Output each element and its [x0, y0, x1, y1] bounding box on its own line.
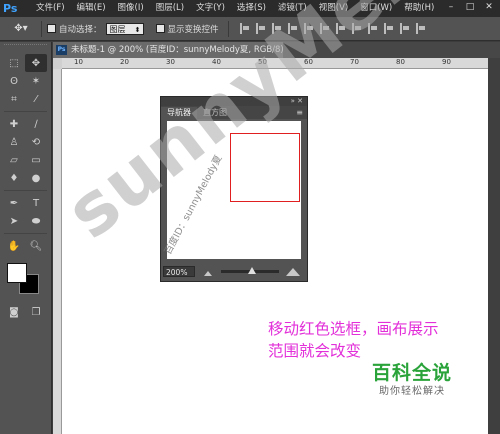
quick-mask-icon[interactable]: ◙: [3, 303, 25, 321]
close-button[interactable]: ✕: [481, 2, 497, 13]
gradient-icon[interactable]: ▭: [25, 151, 47, 169]
distribute-hcenter-icon[interactable]: [399, 23, 411, 34]
foreground-color-swatch[interactable]: [7, 263, 27, 283]
badge-title: 百科全说: [371, 362, 452, 384]
ruler-label: 10: [74, 58, 83, 66]
magic-wand-icon[interactable]: ✶: [25, 72, 47, 90]
zoom-field[interactable]: 200%: [163, 265, 195, 277]
clone-stamp-icon[interactable]: ♙: [3, 133, 25, 151]
zoom-in-icon[interactable]: [285, 266, 301, 276]
ruler-label: 20: [120, 58, 129, 66]
distribute-right-icon[interactable]: [415, 23, 427, 34]
marquee-tool-icon[interactable]: ⬚: [3, 54, 25, 72]
screen-mode-icon[interactable]: ❐: [25, 303, 47, 321]
move-tool-icon[interactable]: ✥▾: [6, 20, 36, 38]
blur-icon[interactable]: ♦: [3, 169, 25, 187]
show-transform-label: 显示变换控件: [167, 24, 219, 35]
vertical-scrollbar[interactable]: [488, 58, 500, 434]
lasso-tool-icon[interactable]: ʘ: [3, 72, 25, 90]
show-transform-checkbox[interactable]: [155, 24, 165, 33]
zoom-out-icon[interactable]: [201, 266, 215, 276]
maximize-button[interactable]: □: [462, 2, 478, 13]
zoom-tool-icon[interactable]: 🔍︎: [25, 237, 47, 255]
color-swatches: [5, 261, 49, 295]
window-controls: – □ ✕: [443, 2, 497, 13]
ruler-corner: [53, 58, 62, 69]
ruler-label: 90: [442, 58, 451, 66]
history-brush-icon[interactable]: ⟲: [25, 133, 47, 151]
toolbox-divider: [4, 233, 47, 234]
menu-type[interactable]: 文字(Y): [190, 0, 231, 17]
annotation-line-1: 移动红色选框，画布展示: [268, 320, 439, 338]
document-ps-icon: Ps: [56, 45, 67, 55]
left-ruler[interactable]: [53, 69, 62, 434]
auto-select-checkbox[interactable]: [47, 24, 56, 33]
toolbox: ⬚ ✥ ʘ ✶ ⌗ ⁄ ✚ ∕ ♙ ⟲ ▱ ▭ ♦ ● ✒ T ➤ ⬬ ✋ 🔍︎: [0, 42, 52, 434]
ruler-label: 80: [396, 58, 405, 66]
baike-badge-logo: 百科全说 助你轻松解决: [364, 361, 460, 407]
toolbox-divider: [4, 111, 47, 112]
move-tool-icon[interactable]: ✥: [25, 54, 47, 72]
pen-tool-icon[interactable]: ✒: [3, 194, 25, 212]
hand-tool-icon[interactable]: ✋: [3, 237, 25, 255]
menu-image[interactable]: 图像(I): [112, 0, 150, 17]
options-separator: [41, 20, 42, 37]
zoom-slider[interactable]: [221, 266, 279, 274]
ruler-label: 30: [166, 58, 175, 66]
eraser-icon[interactable]: ▱: [3, 151, 25, 169]
brush-tool-icon[interactable]: ∕: [25, 115, 47, 133]
navigator-zoom-bar: 200%: [161, 261, 307, 281]
healing-brush-icon[interactable]: ✚: [3, 115, 25, 133]
toolbox-grip[interactable]: [4, 44, 47, 52]
badge-subtitle: 助你轻松解决: [379, 386, 445, 397]
menu-layer[interactable]: 图层(L): [150, 0, 190, 17]
path-select-icon[interactable]: ➤: [3, 212, 25, 230]
annotation-line-2: 范围就会改变: [268, 342, 362, 360]
ellipse-tool-icon[interactable]: ⬬: [25, 212, 47, 230]
annotation-text: 移动红色选框，画布展示 范围就会改变: [268, 318, 496, 362]
crop-tool-icon[interactable]: ⌗: [3, 90, 25, 108]
eyedropper-icon[interactable]: ⁄: [25, 90, 47, 108]
menu-edit[interactable]: 编辑(E): [71, 0, 112, 17]
minimize-button[interactable]: –: [443, 2, 459, 13]
auto-select-label: 自动选择：: [59, 24, 102, 35]
auto-select-dropdown[interactable]: 图层: [105, 22, 144, 36]
menu-file[interactable]: 文件(F): [30, 0, 71, 17]
text-tool-icon[interactable]: T: [25, 194, 47, 212]
panel-menu-icon[interactable]: ≡: [296, 107, 303, 119]
zoom-slider-thumb[interactable]: [248, 266, 256, 274]
photoshop-logo: Ps: [3, 2, 18, 15]
toolbox-divider: [4, 190, 47, 191]
